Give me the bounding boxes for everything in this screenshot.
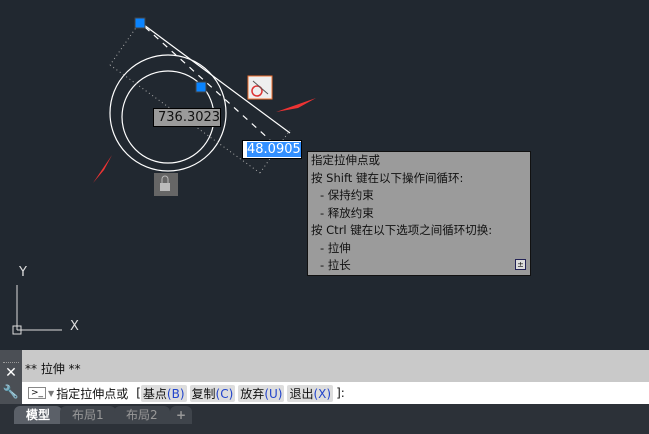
tab-layout1[interactable]: 布局1 bbox=[60, 406, 116, 424]
tooltip-line: - 拉伸 bbox=[320, 240, 351, 255]
tab-model[interactable]: 模型 bbox=[14, 406, 63, 424]
option-undo[interactable]: 放弃(U) bbox=[238, 384, 285, 402]
bracket: ]: bbox=[336, 386, 345, 400]
dimension-input[interactable]: 48.0905 bbox=[242, 140, 302, 159]
dropdown-icon[interactable]: ▼ bbox=[48, 389, 54, 398]
layout-tabs: 模型 布局1 布局2 + bbox=[0, 404, 649, 434]
command-line[interactable]: >_ ▼ 指定拉伸点或 [ 基点(B) 复制(C) 放弃(U) 退出(X) ]: bbox=[22, 382, 649, 404]
option-copy[interactable]: 复制(C) bbox=[189, 384, 236, 402]
red-arrow-icon bbox=[276, 98, 316, 112]
wrench-icon[interactable]: 🔧 bbox=[0, 385, 22, 400]
grip-mid[interactable] bbox=[195, 81, 207, 93]
tab-layout2[interactable]: 布局2 bbox=[114, 406, 170, 424]
tooltip-line: - 保持约束 bbox=[320, 188, 374, 202]
drag-handle[interactable] bbox=[3, 352, 19, 363]
command-sidebar: ✕ 🔧 bbox=[0, 350, 22, 404]
command-prompt: 指定拉伸点或 bbox=[56, 386, 129, 401]
tooltip-line: 指定拉伸点或 bbox=[311, 153, 380, 167]
tooltip-line: - 释放约束 bbox=[320, 205, 374, 220]
add-tab-button[interactable]: + bbox=[170, 406, 193, 424]
ucs-y-label: Y bbox=[18, 265, 27, 280]
option-basepoint[interactable]: 基点(B) bbox=[140, 384, 187, 402]
tooltip-line: 按 Shift 键在以下操作间循环: bbox=[311, 170, 464, 185]
red-arrow-icon bbox=[93, 155, 112, 183]
close-icon[interactable]: ✕ bbox=[0, 365, 22, 381]
grip-top[interactable] bbox=[134, 17, 146, 29]
dimension-input-value[interactable]: 48.0905 bbox=[247, 142, 301, 157]
tooltip: 指定拉伸点或 按 Shift 键在以下操作间循环: - 保持约束 - 释放约束 … bbox=[307, 151, 531, 276]
option-exit[interactable]: 退出(X) bbox=[287, 384, 334, 402]
command-history: ** 拉伸 ** bbox=[25, 362, 81, 376]
lock-icon[interactable] bbox=[154, 173, 178, 196]
tooltip-line: - 拉长 bbox=[320, 258, 351, 272]
tooltip-line: 按 Ctrl 键在以下选项之间循环切换: bbox=[311, 223, 493, 237]
ucs-x-label: X bbox=[70, 319, 79, 334]
ucs-icon bbox=[12, 285, 62, 335]
tooltip-expand-icon[interactable]: ± bbox=[515, 259, 526, 270]
command-prompt-icon[interactable]: >_ bbox=[28, 387, 47, 399]
tangent-constraint-icon[interactable] bbox=[247, 75, 273, 100]
dimension-length-display: 736.3023 bbox=[153, 108, 221, 127]
